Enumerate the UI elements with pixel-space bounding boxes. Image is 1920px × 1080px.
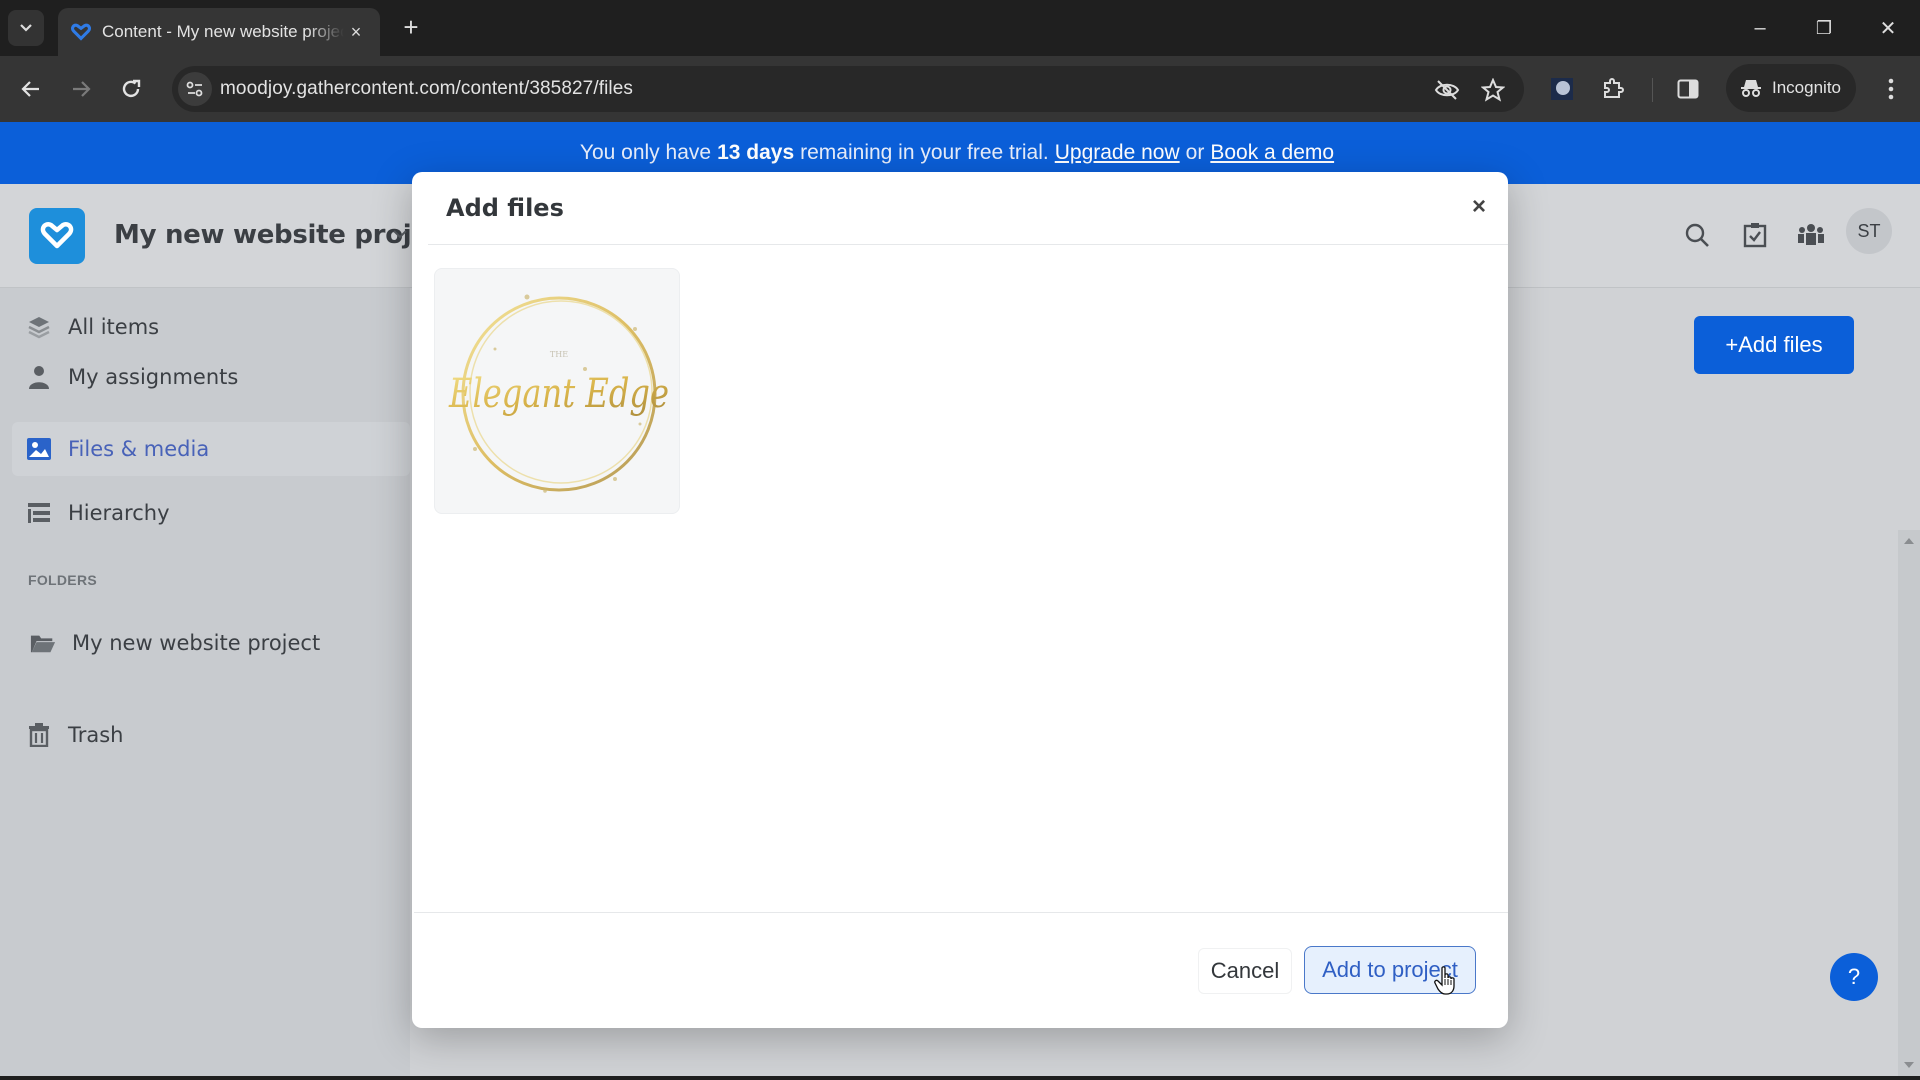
site-info-button[interactable]: [178, 72, 212, 106]
modal-footer-divider: [414, 912, 1508, 913]
cancel-button[interactable]: Cancel: [1198, 948, 1292, 994]
modal-header-divider: [428, 244, 1508, 245]
chevron-down-icon: [20, 24, 32, 32]
banner-prefix: You only have: [579, 141, 712, 164]
trash-icon: [26, 722, 52, 748]
forward-button[interactable]: [64, 72, 98, 106]
toolbar-divider: [1652, 78, 1653, 102]
image-icon: [26, 436, 52, 462]
browser-tab[interactable]: Content - My new website project ×: [58, 8, 380, 56]
minimize-button[interactable]: –: [1740, 10, 1780, 46]
checklist-icon[interactable]: [1740, 220, 1770, 250]
elegant-edge-logo-image: THE Elegant Edge: [448, 294, 669, 493]
browser-tab-bar: Content - My new website project × + – ❐…: [0, 0, 1920, 56]
tab-close-icon[interactable]: ×: [344, 22, 368, 43]
scroll-down-arrow-icon[interactable]: [1904, 1062, 1914, 1068]
sidebar-item-hierarchy[interactable]: Hierarchy: [0, 486, 410, 540]
sidebar-item-label: All items: [68, 315, 160, 339]
browser-menu-icon[interactable]: [1876, 74, 1906, 104]
hand-pointer-cursor-icon: [1434, 966, 1455, 995]
hierarchy-icon: [26, 500, 52, 526]
book-demo-link[interactable]: Book a demo: [1210, 141, 1334, 165]
sidebar-item-files-media[interactable]: Files & media: [12, 422, 410, 476]
user-avatar[interactable]: ST: [1846, 208, 1892, 254]
url-text[interactable]: moodjoy.gathercontent.com/content/385827…: [220, 78, 633, 100]
gathercontent-logo[interactable]: [29, 208, 85, 264]
modal-title: Add files: [446, 194, 564, 222]
close-window-button[interactable]: ✕: [1868, 10, 1908, 46]
logo-text: Elegant Edge: [448, 371, 669, 417]
person-icon: [26, 364, 52, 390]
modal-close-icon[interactable]: ×: [1464, 192, 1494, 222]
banner-days: 13 days: [717, 141, 795, 164]
extensions-puzzle-icon[interactable]: [1598, 74, 1628, 104]
restore-button[interactable]: ❐: [1804, 10, 1844, 46]
sidebar-item-all-items[interactable]: All items: [0, 300, 410, 354]
layers-icon: [26, 314, 52, 340]
banner-suffix: remaining in your free trial.: [800, 141, 1049, 164]
new-tab-button[interactable]: +: [396, 12, 426, 42]
scroll-up-arrow-icon[interactable]: [1904, 538, 1914, 544]
upgrade-now-link[interactable]: Upgrade now: [1055, 141, 1180, 165]
page-scrollbar[interactable]: [1898, 530, 1920, 1076]
tracking-protection-icon[interactable]: [1434, 77, 1460, 103]
help-button[interactable]: ?: [1830, 953, 1878, 1001]
sidebar-item-trash[interactable]: Trash: [0, 708, 410, 762]
sidebar-item-my-assignments[interactable]: My assignments: [0, 350, 410, 404]
back-button[interactable]: [14, 72, 48, 106]
add-files-button[interactable]: +Add files: [1694, 316, 1854, 374]
sidebar-item-label: Hierarchy: [68, 501, 170, 525]
incognito-indicator[interactable]: Incognito: [1726, 64, 1856, 112]
arrow-left-icon: [21, 81, 39, 97]
side-panel-icon[interactable]: [1673, 74, 1703, 104]
logo-small-text: THE: [550, 350, 568, 359]
add-files-modal: Add files × THE Elegant Edge Cancel Add …: [412, 172, 1508, 1028]
bookmark-star-icon[interactable]: [1480, 77, 1506, 103]
file-thumbnail[interactable]: THE Elegant Edge: [434, 268, 680, 514]
arrow-right-icon: [73, 81, 91, 97]
window-bottom-edge: [0, 1076, 1920, 1080]
sidebar-item-label: Trash: [68, 723, 124, 747]
tab-search-button[interactable]: [8, 10, 44, 46]
reload-button[interactable]: [114, 72, 148, 106]
sidebar-item-label: My assignments: [68, 365, 239, 389]
logo-heart-icon: [40, 222, 74, 249]
reload-icon: [122, 79, 141, 98]
chevron-down-icon[interactable]: [392, 226, 408, 244]
folders-heading: FOLDERS: [28, 572, 97, 588]
folder-icon: [30, 630, 56, 656]
tab-title: Content - My new website project: [102, 22, 344, 41]
extension-moon-icon[interactable]: [1547, 74, 1577, 104]
incognito-icon: [1741, 80, 1761, 97]
sidebar: All items My assignments Files & media H…: [0, 288, 410, 1080]
browser-toolbar: moodjoy.gathercontent.com/content/385827…: [0, 56, 1920, 122]
team-icon[interactable]: [1796, 220, 1826, 250]
gathercontent-favicon-icon: [71, 23, 91, 41]
sidebar-item-label: Files & media: [68, 437, 210, 461]
banner-connector: or: [1185, 141, 1205, 164]
incognito-label: Incognito: [1772, 78, 1841, 97]
address-bar[interactable]: moodjoy.gathercontent.com/content/385827…: [172, 66, 1524, 112]
folder-label: My new website project: [72, 631, 321, 655]
tune-icon: [186, 81, 203, 97]
folder-item[interactable]: My new website project: [0, 616, 410, 670]
search-icon[interactable]: [1682, 220, 1712, 250]
